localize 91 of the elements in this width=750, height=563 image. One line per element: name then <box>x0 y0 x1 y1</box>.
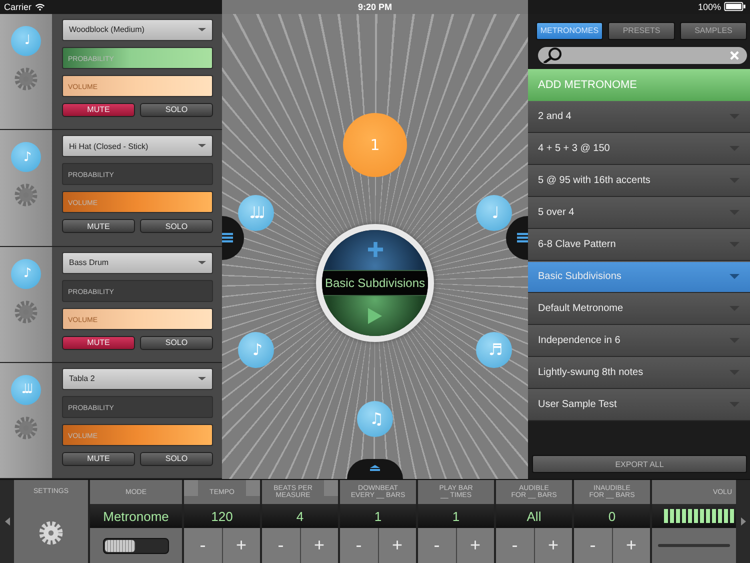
parameter-value: All <box>496 504 572 528</box>
solo-button[interactable]: SOLO <box>140 219 213 234</box>
metronome-name: 2 and 4 <box>538 111 572 122</box>
battery-percent: 100% <box>698 2 721 12</box>
parameter-value: 0 <box>574 504 650 528</box>
small-key-button[interactable] <box>246 480 260 496</box>
metronome-list-item[interactable]: Independence in 6 <box>528 324 750 357</box>
clock-time: 9:20 PM <box>358 2 392 12</box>
metronome-name: Lightly-swung 8th notes <box>538 367 644 378</box>
solo-button[interactable]: SOLO <box>140 102 213 117</box>
metronome-list-item[interactable]: 2 and 4 <box>528 100 750 133</box>
battery-icon <box>724 2 746 12</box>
sound-dropdown[interactable]: Bass Drum <box>62 252 213 274</box>
scroll-right-button[interactable] <box>736 480 750 563</box>
increment-button[interactable]: + <box>612 528 650 563</box>
settings-icon[interactable] <box>13 414 39 441</box>
metronome-list-item[interactable]: Basic Subdivisions <box>528 260 750 293</box>
metronome-name: 6-8 Clave Pattern <box>538 239 616 250</box>
bottom-drawer-handle[interactable] <box>347 459 403 480</box>
mute-button[interactable]: MUTE <box>62 219 135 234</box>
settings-icon[interactable] <box>38 520 64 546</box>
left-drawer-handle[interactable] <box>222 216 244 260</box>
library-tab[interactable]: SAMPLES <box>680 22 747 40</box>
mode-value: Metronome <box>90 504 182 528</box>
wifi-icon <box>34 2 45 11</box>
increment-button[interactable]: + <box>300 528 338 563</box>
mute-button[interactable]: MUTE <box>62 336 135 350</box>
sound-dropdown[interactable]: Woodblock (Medium) <box>62 18 213 41</box>
scroll-left-button[interactable] <box>0 480 14 563</box>
metronome-name: Independence in 6 <box>538 335 620 346</box>
right-arrow-icon <box>740 517 746 526</box>
sound-dropdown[interactable]: Hi Hat (Closed - Stick) <box>62 135 213 158</box>
caret-icon[interactable] <box>729 274 740 280</box>
tempo-tap-button[interactable] <box>184 480 198 496</box>
mode-switch[interactable] <box>103 538 169 554</box>
decrement-button[interactable]: - <box>262 528 300 563</box>
plus-icon <box>368 242 382 258</box>
decrement-button[interactable]: - <box>184 528 222 563</box>
settings-icon[interactable] <box>13 182 39 208</box>
mute-button[interactable]: MUTE <box>62 452 135 466</box>
dropdown-caret-icon <box>198 28 206 32</box>
dropdown-caret-icon <box>198 376 206 381</box>
parameter-value: 4 <box>262 504 338 528</box>
solo-button[interactable]: SOLO <box>140 452 213 466</box>
increment-button[interactable]: + <box>378 528 416 563</box>
decrement-button[interactable]: - <box>418 528 456 563</box>
increment-button[interactable]: + <box>222 528 260 563</box>
metronome-list-item[interactable]: Default Metronome <box>528 292 750 325</box>
right-drawer-handle[interactable] <box>506 216 528 260</box>
increment-button[interactable]: + <box>534 528 572 563</box>
parameter-value: 1 <box>418 504 494 528</box>
play-icon <box>368 308 382 324</box>
play-button[interactable] <box>322 296 428 336</box>
metronome-name: Default Metronome <box>538 303 624 314</box>
metronome-name: 5 over 4 <box>538 207 574 218</box>
increment-button[interactable]: + <box>456 528 494 563</box>
settings-icon[interactable] <box>13 298 39 325</box>
clear-icon[interactable] <box>730 50 739 60</box>
search-icon <box>542 47 564 64</box>
metronome-list-item[interactable]: User Sample Test <box>528 388 750 421</box>
preset-name: Basic Subdivisions <box>322 270 428 296</box>
volume-slider-track[interactable] <box>658 544 730 548</box>
metronome-list-item[interactable]: 5 over 4 <box>528 196 750 229</box>
mute-button[interactable]: MUTE <box>62 102 135 117</box>
library-tab[interactable]: METRONOMES <box>536 22 603 40</box>
library-tab[interactable]: PRESETS <box>608 22 675 40</box>
add-beat-button[interactable] <box>322 230 428 270</box>
parameter-value: 1 <box>340 504 416 528</box>
decrement-button[interactable]: - <box>496 528 534 563</box>
search-field[interactable] <box>538 46 747 64</box>
dropdown-caret-icon <box>198 260 206 265</box>
metronome-list-item[interactable]: Lightly-swung 8th notes <box>528 356 750 389</box>
decrement-button[interactable]: - <box>340 528 378 563</box>
metronome-list-item[interactable]: 5 @ 95 with 16th accents <box>528 164 750 197</box>
metronome-list-item[interactable]: 4 + 5 + 3 @ 150 <box>528 132 750 165</box>
parameter-value: 120 <box>184 504 260 528</box>
metronome-list-item[interactable]: 6-8 Clave Pattern <box>528 228 750 261</box>
metronome-name: User Sample Test <box>538 399 617 410</box>
decrement-button[interactable]: - <box>574 528 612 563</box>
solo-button[interactable]: SOLO <box>140 336 213 350</box>
sound-dropdown[interactable]: Tabla 2 <box>62 368 213 390</box>
left-arrow-icon <box>4 517 10 526</box>
metronome-name: 5 @ 95 with 16th accents <box>538 175 650 186</box>
metronome-name: 4 + 5 + 3 @ 150 <box>538 143 610 154</box>
settings-icon[interactable] <box>13 66 39 92</box>
add-metronome-button[interactable]: ADD METRONOME <box>528 68 750 101</box>
small-key-button[interactable] <box>324 480 338 496</box>
carrier-name: Carrier <box>4 2 32 12</box>
metronome-name: Basic Subdivisions <box>538 271 622 282</box>
dropdown-caret-icon <box>198 144 206 148</box>
export-all-button[interactable]: EXPORT ALL <box>532 455 747 474</box>
